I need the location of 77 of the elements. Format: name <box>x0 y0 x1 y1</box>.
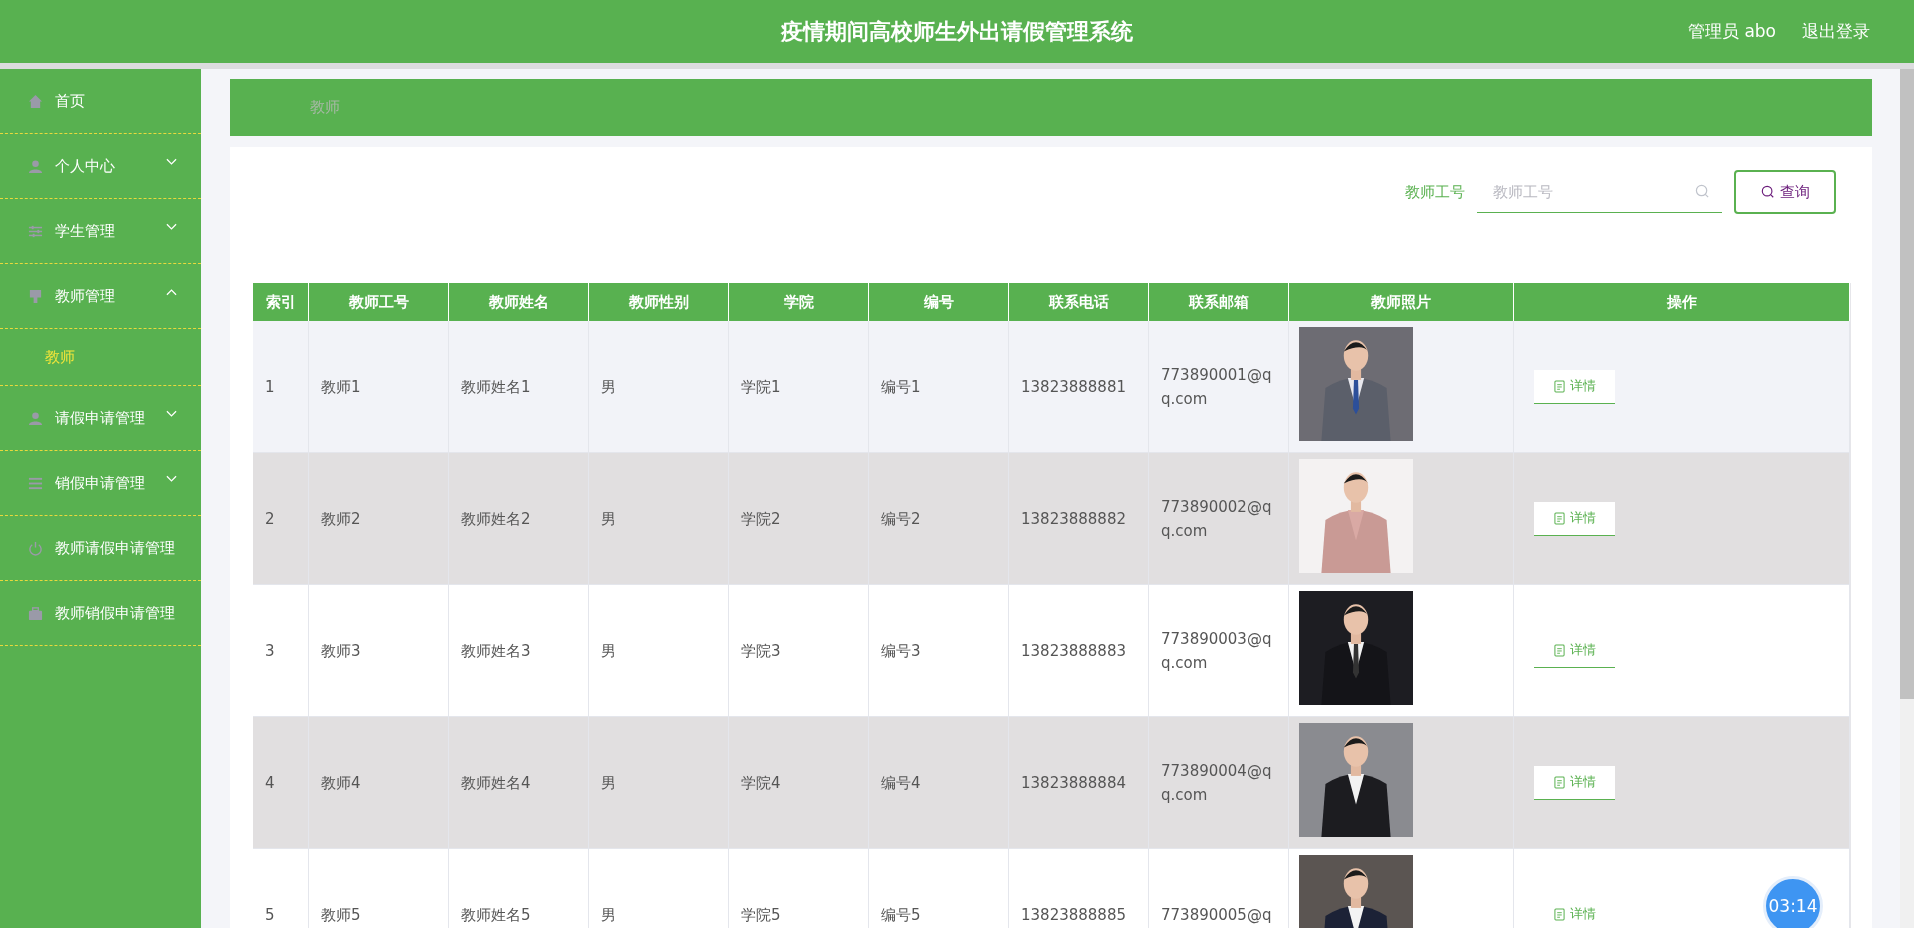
logout-link[interactable]: 退出登录 <box>1802 20 1870 43</box>
table-row[interactable]: 2 教师2 教师姓名2 男 学院2 编号2 13823888882 773890002@qq.com 详情 <box>253 453 1850 585</box>
detail-button[interactable]: 详情 <box>1534 765 1615 800</box>
table-cell-text: 男 <box>601 508 616 530</box>
table-cell-text: 3 <box>265 640 275 662</box>
table-row[interactable]: 1 教师1 教师姓名1 男 学院1 编号1 13823888881 773890001@qq.com 详情 <box>253 321 1850 453</box>
sidebar-item[interactable]: 请假申请管理 <box>0 386 201 451</box>
pin-icon <box>28 288 43 304</box>
table-cell-text: 教师姓名1 <box>461 376 531 398</box>
table-cell-text: 男 <box>601 904 616 926</box>
sidebar-item[interactable]: 销假申请管理 <box>0 451 201 516</box>
table-cell-text: 4 <box>265 772 275 794</box>
document-icon <box>1553 907 1565 921</box>
table-cell-text: 教师姓名4 <box>461 772 531 794</box>
sidebar-item[interactable]: 首页 <box>0 69 201 134</box>
table-row[interactable]: 4 教师4 教师姓名4 男 学院4 编号4 13823888884 773890004@qq.com 详情 <box>253 717 1850 849</box>
table-cell-text: 男 <box>601 640 616 662</box>
table-cell-text: 学院5 <box>741 904 781 926</box>
document-icon <box>1553 643 1565 657</box>
table-cell-text: 编号4 <box>881 772 921 794</box>
document-icon <box>1553 511 1565 525</box>
table-cell-text: 学院2 <box>741 508 781 530</box>
table-cell-text: 学院3 <box>741 640 781 662</box>
table-cell-text: 13823888881 <box>1021 376 1126 398</box>
table-cell-text: 773890001@qq.com <box>1161 364 1273 410</box>
app-title: 疫情期间高校师生外出请假管理系统 <box>781 17 1133 46</box>
sidebar-item[interactable]: 学生管理 <box>0 199 201 264</box>
table-cell-text: 教师姓名5 <box>461 904 531 926</box>
table-cell-text: 773890005@q <box>1161 904 1272 926</box>
table-cell-text: 教师姓名3 <box>461 640 531 662</box>
table-cell-text: 教师2 <box>321 508 361 530</box>
document-icon <box>1553 379 1565 393</box>
list-icon <box>28 475 43 491</box>
table-cell-text: 教师姓名2 <box>461 508 531 530</box>
user-icon <box>28 410 43 426</box>
detail-button[interactable]: 详情 <box>1534 369 1615 404</box>
table-cell-text: 教师4 <box>321 772 361 794</box>
scrollbar[interactable] <box>1900 69 1914 928</box>
search-icon <box>1695 184 1710 199</box>
table-row[interactable]: 3 教师3 教师姓名3 男 学院3 编号3 13823888883 773890003@qq.com 详情 <box>253 585 1850 717</box>
table-cell-text: 教师5 <box>321 904 361 926</box>
query-button[interactable]: 查询 <box>1734 170 1836 214</box>
search-label: 教师工号 <box>1405 182 1465 202</box>
power-icon <box>28 540 43 556</box>
table-cell-text: 教师1 <box>321 376 361 398</box>
table-cell-text: 学院4 <box>741 772 781 794</box>
table-cell-text: 773890002@qq.com <box>1161 496 1273 542</box>
table-cell-text: 773890004@qq.com <box>1161 760 1273 806</box>
table-cell-text: 教师3 <box>321 640 361 662</box>
sidebar-item[interactable]: 教师管理 <box>0 264 201 329</box>
sidebar-subitem[interactable]: 教师 <box>0 329 201 386</box>
sliders-icon <box>28 223 43 239</box>
user-icon <box>28 158 43 174</box>
table-cell-text: 编号1 <box>881 376 921 398</box>
search-icon <box>1760 185 1775 199</box>
table-cell-text: 编号3 <box>881 640 921 662</box>
table-cell-text: 5 <box>265 904 275 926</box>
table-cell-text: 学院1 <box>741 376 781 398</box>
briefcase-icon <box>28 605 43 621</box>
table-cell-text: 13823888885 <box>1021 904 1126 926</box>
document-icon <box>1553 775 1565 789</box>
table-cell-text: 编号2 <box>881 508 921 530</box>
table-cell-text: 男 <box>601 772 616 794</box>
detail-button[interactable]: 详情 <box>1534 501 1615 536</box>
table-cell-text: 2 <box>265 508 275 530</box>
sidebar-item[interactable]: 教师请假申请管理 <box>0 516 201 581</box>
sidebar-item[interactable]: 教师销假申请管理 <box>0 581 201 646</box>
table-cell-text: 编号5 <box>881 904 921 926</box>
table-cell-text: 男 <box>601 376 616 398</box>
table-cell-text: 1 <box>265 376 275 398</box>
table-cell-text: 13823888883 <box>1021 640 1126 662</box>
table-cell-text: 13823888884 <box>1021 772 1126 794</box>
sidebar-item[interactable]: 个人中心 <box>0 134 201 199</box>
user-label: 管理员 abo <box>1688 20 1776 43</box>
table-cell-text: 773890003@qq.com <box>1161 628 1273 674</box>
home-icon <box>28 93 43 109</box>
table-cell-text: 13823888882 <box>1021 508 1126 530</box>
